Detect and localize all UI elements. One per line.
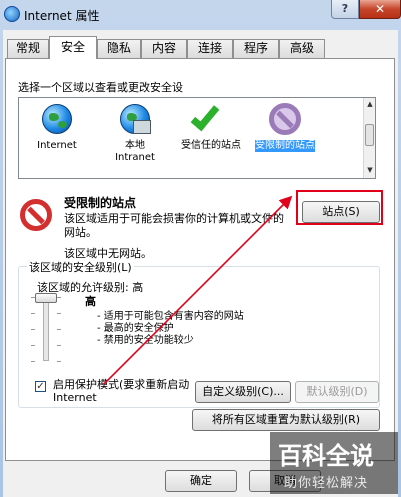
security-level-group: 该区域的安全级别(L) 该区域的允许级别: 高 高 - 适用于可能包含有害内容的… <box>18 259 380 408</box>
ok-button[interactable]: 确定 <box>165 470 237 492</box>
scroll-down-arrow-icon[interactable]: ▼ <box>365 164 375 176</box>
tab-connections[interactable]: 连接 <box>187 39 233 58</box>
slider-tick <box>57 297 61 298</box>
internet-properties-window: Internet 属性 ? ✕ 常规 安全 隐私 内容 连接 程序 高级 选择一… <box>0 0 401 497</box>
tab-general[interactable]: 常规 <box>7 39 49 58</box>
zone-label-internet: Internet <box>37 140 77 151</box>
dialog-client-area: 常规 安全 隐私 内容 连接 程序 高级 选择一个区域以查看或更改安全设 Int… <box>3 30 398 497</box>
restricted-zone-icon <box>20 199 52 231</box>
tab-strip: 常规 安全 隐私 内容 连接 程序 高级 <box>5 36 395 59</box>
slider-tick <box>57 313 61 314</box>
help-button[interactable]: ? <box>331 0 359 19</box>
zone-label-restricted-sites: 受限制的站点 <box>255 140 315 152</box>
slider-tick <box>31 345 35 346</box>
zone-label-trusted-sites: 受信任的站点 <box>181 140 241 151</box>
zone-item-trusted-sites[interactable]: 受信任的站点 <box>181 100 241 152</box>
annotation-highlight-box <box>296 190 383 225</box>
restricted-icon <box>269 103 301 135</box>
checkmark-icon <box>190 100 220 132</box>
selected-zone-title: 受限制的站点 <box>64 196 137 210</box>
custom-level-button[interactable]: 自定义级别(C)... <box>195 381 291 403</box>
selected-zone-description: 该区域适用于可能会损害你的计算机或文件的网站。 <box>64 212 284 239</box>
slider-tick <box>57 345 61 346</box>
protected-mode-checkbox[interactable]: ✓ <box>35 381 46 392</box>
zone-label-local-intranet: 本地 Intranet <box>115 140 155 163</box>
level-bullet: - 禁用的安全功能较少 <box>97 335 194 346</box>
scroll-thumb[interactable] <box>365 124 374 146</box>
watermark-title: 百科全说 <box>278 442 374 470</box>
level-bullet: - 适用于可能包含有害内容的网站 <box>97 311 244 322</box>
slider-tick <box>31 361 35 362</box>
security-level-group-label: 该区域的安全级别(L) <box>27 259 134 275</box>
level-bullet: - 最高的安全保护 <box>97 323 174 334</box>
zone-item-restricted-sites[interactable]: 受限制的站点 <box>255 102 315 152</box>
tab-security[interactable]: 安全 <box>49 36 97 59</box>
monitor-icon <box>133 120 151 134</box>
watermark-logo: 百科全说 助你轻松解决 <box>270 432 398 494</box>
protected-mode-label[interactable]: 启用保护模式(要求重新启动 Internet <box>53 378 193 404</box>
tab-programs[interactable]: 程序 <box>233 39 279 58</box>
security-level-slider-thumb[interactable] <box>35 293 57 303</box>
close-button[interactable]: ✕ <box>359 0 401 19</box>
slider-tick <box>31 329 35 330</box>
zone-item-local-intranet[interactable]: 本地 Intranet <box>105 102 165 164</box>
globe-icon <box>42 104 72 134</box>
security-level-name: 高 <box>85 295 96 308</box>
zone-list: Internet 本地 Intranet 受信任的站点 受限制的站点 ▲ ▼ <box>18 97 376 179</box>
reset-all-zones-button[interactable]: 将所有区域重置为默认级别(R) <box>192 409 380 431</box>
slider-tick <box>57 361 61 362</box>
watermark-subtitle: 助你轻松解决 <box>284 476 369 491</box>
internet-explorer-icon <box>4 6 20 22</box>
zone-list-scrollbar[interactable]: ▲ ▼ <box>363 98 375 178</box>
window-title: Internet 属性 <box>24 9 100 23</box>
scroll-up-arrow-icon[interactable]: ▲ <box>365 98 375 110</box>
slider-tick <box>31 313 35 314</box>
security-level-slider-track[interactable] <box>43 297 49 361</box>
tab-advanced[interactable]: 高级 <box>279 39 325 58</box>
security-tab-panel: 选择一个区域以查看或更改安全设 Internet 本地 Intranet 受信任… <box>5 58 395 461</box>
tab-content[interactable]: 内容 <box>141 39 187 58</box>
title-bar[interactable]: Internet 属性 ? ✕ <box>0 0 401 30</box>
tab-privacy[interactable]: 隐私 <box>97 39 141 58</box>
slider-tick <box>57 329 61 330</box>
default-level-button[interactable]: 默认级别(D) <box>295 381 379 403</box>
zone-prompt-label: 选择一个区域以查看或更改安全设 <box>18 81 183 94</box>
zone-item-internet[interactable]: Internet <box>27 102 87 152</box>
